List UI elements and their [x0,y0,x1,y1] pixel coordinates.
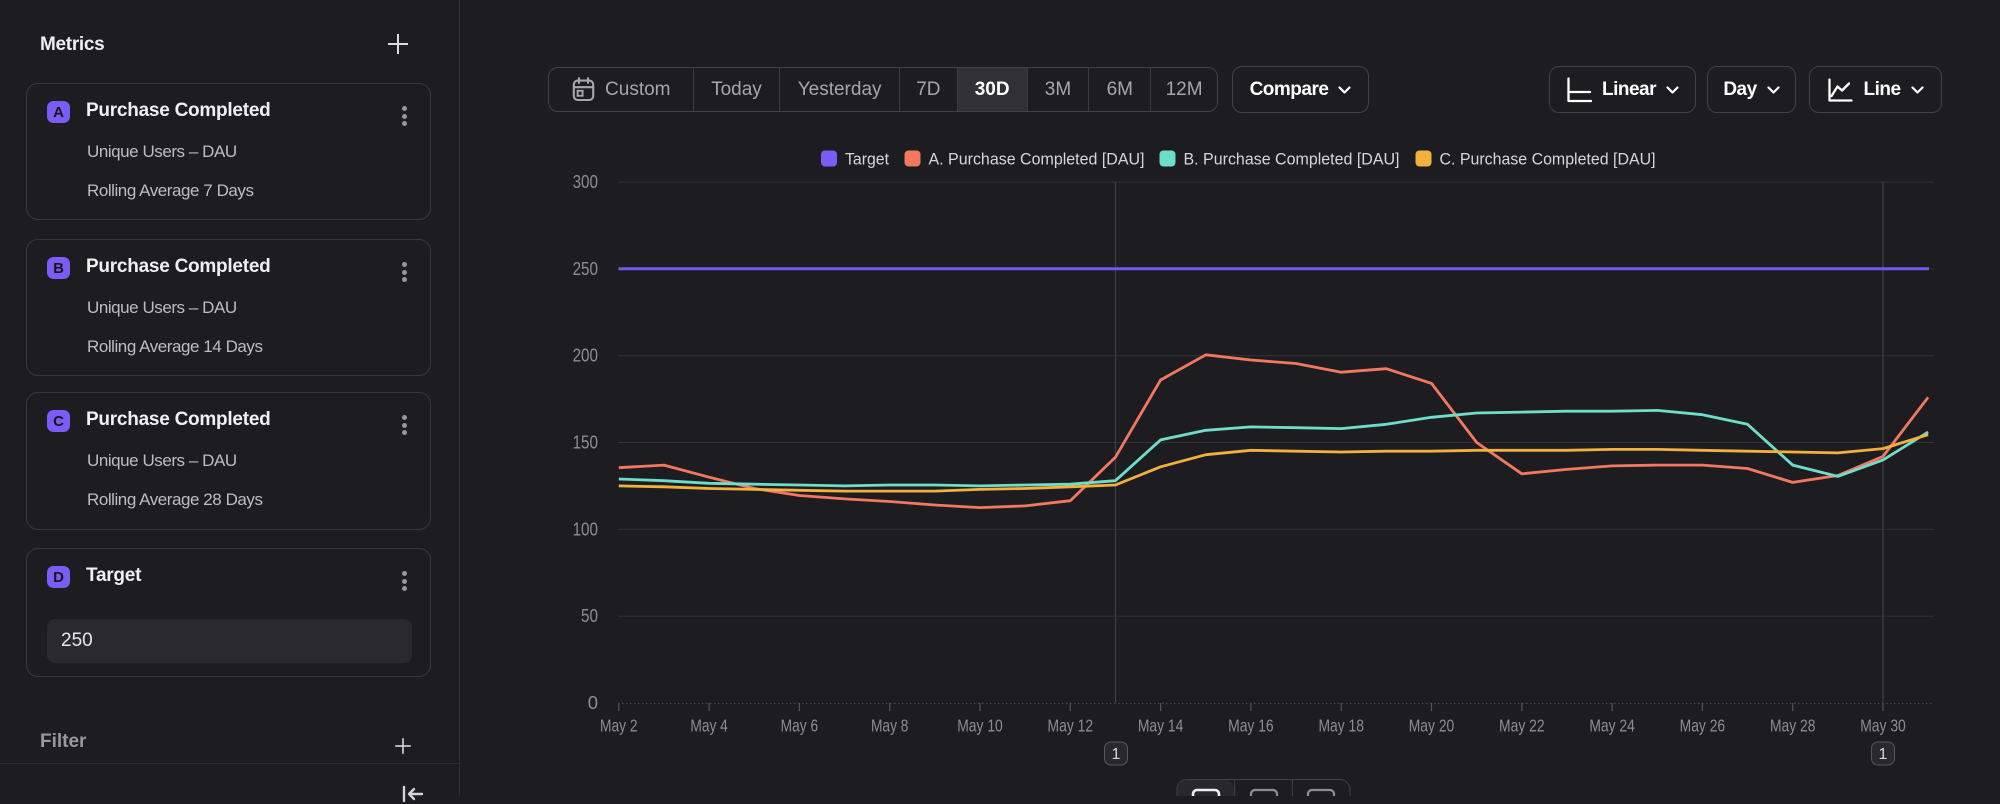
svg-text:1: 1 [1879,746,1888,763]
svg-text:May 24: May 24 [1589,716,1635,736]
svg-text:May 28: May 28 [1770,716,1816,736]
svg-text:May 2: May 2 [600,716,638,736]
svg-text:A. Purchase Completed [DAU]: A. Purchase Completed [DAU] [929,150,1145,169]
svg-text:May 16: May 16 [1228,716,1274,736]
svg-text:May 22: May 22 [1499,716,1545,736]
svg-text:Target: Target [845,150,889,169]
svg-text:C. Purchase Completed [DAU]: C. Purchase Completed [DAU] [1440,150,1656,169]
svg-text:May 6: May 6 [781,716,819,736]
svg-text:250: 250 [573,258,598,279]
svg-text:0: 0 [588,692,598,713]
svg-text:100: 100 [573,518,598,539]
svg-text:May 12: May 12 [1048,716,1094,736]
svg-text:May 4: May 4 [690,716,728,736]
svg-text:B. Purchase Completed [DAU]: B. Purchase Completed [DAU] [1184,150,1400,169]
svg-text:50: 50 [581,605,598,626]
svg-text:May 30: May 30 [1860,716,1906,736]
svg-text:200: 200 [573,345,598,366]
svg-text:150: 150 [573,432,598,453]
svg-text:May 14: May 14 [1138,716,1184,736]
svg-text:1: 1 [1112,746,1121,763]
svg-text:May 26: May 26 [1680,716,1726,736]
svg-text:May 8: May 8 [871,716,909,736]
svg-text:May 20: May 20 [1409,716,1455,736]
svg-text:May 18: May 18 [1318,716,1364,736]
svg-text:300: 300 [573,171,598,192]
svg-text:May 10: May 10 [957,716,1003,736]
